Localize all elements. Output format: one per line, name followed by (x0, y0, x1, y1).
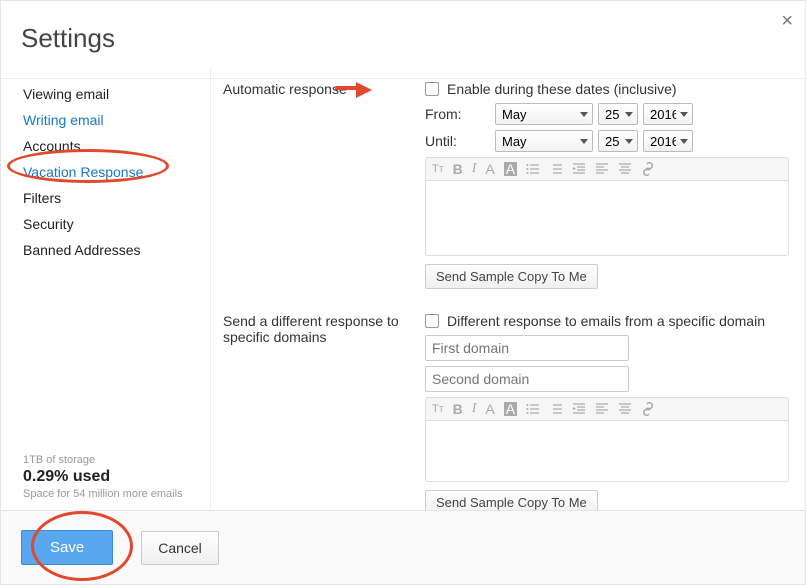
sidebar-item-filters[interactable]: Filters (23, 185, 200, 211)
highlight-icon[interactable]: A (504, 402, 517, 416)
enable-domain-label: Different response to emails from a spec… (447, 313, 765, 329)
editor-toolbar: TT B I A A (425, 397, 789, 420)
send-sample-domain-button[interactable]: Send Sample Copy To Me (425, 490, 598, 510)
cancel-button[interactable]: Cancel (141, 531, 219, 565)
storage-remaining: Space for 54 million more emails (23, 488, 200, 500)
from-year-select[interactable]: 2016 (643, 103, 693, 125)
section-content: Different response to emails from a spec… (425, 313, 789, 510)
from-day-select[interactable]: 25 (598, 103, 638, 125)
numbered-list-icon[interactable] (549, 162, 563, 176)
enable-dates-checkbox-row[interactable]: Enable during these dates (inclusive) (425, 81, 789, 97)
header: Settings (1, 1, 805, 62)
bold-icon[interactable]: B (453, 402, 463, 416)
main-panel: Automatic response Enable during these d… (211, 67, 805, 510)
section-automatic-response: Automatic response Enable during these d… (223, 81, 789, 289)
storage-used: 0.29% used (23, 468, 200, 486)
until-year-select[interactable]: 2016 (643, 130, 693, 152)
highlight-icon[interactable]: A (504, 162, 517, 176)
sidebar-item-writing-email[interactable]: Writing email (23, 107, 200, 133)
bullet-list-icon[interactable] (526, 162, 540, 176)
storage-info: 1TB of storage 0.29% used Space for 54 m… (23, 434, 200, 500)
message-editor[interactable] (425, 180, 789, 256)
sidebar-item-viewing-email[interactable]: Viewing email (23, 81, 200, 107)
align-center-icon[interactable] (618, 402, 632, 416)
checkbox-icon[interactable] (425, 82, 439, 96)
storage-total: 1TB of storage (23, 454, 200, 466)
checkbox-icon[interactable] (425, 314, 439, 328)
enable-dates-label: Enable during these dates (inclusive) (447, 81, 677, 97)
link-icon[interactable] (641, 162, 655, 176)
bullet-list-icon[interactable] (526, 402, 540, 416)
send-sample-button[interactable]: Send Sample Copy To Me (425, 264, 598, 289)
section-label: Automatic response (223, 81, 425, 289)
until-date-row: Until: May 25 2016 (425, 130, 789, 152)
from-label: From: (425, 106, 495, 122)
sidebar-item-security[interactable]: Security (23, 211, 200, 237)
first-domain-input[interactable] (425, 335, 629, 361)
domain-message-editor[interactable] (425, 420, 789, 482)
until-day-select[interactable]: 25 (598, 130, 638, 152)
font-size-icon[interactable]: TT (432, 404, 444, 415)
second-domain-input[interactable] (425, 366, 629, 392)
font-size-icon[interactable]: TT (432, 164, 444, 175)
from-date-row: From: May 25 2016 (425, 103, 789, 125)
settings-modal: × Settings Viewing email Writing email A… (0, 0, 806, 585)
save-button[interactable]: Save (21, 530, 113, 565)
editor-toolbar: TT B I A A (425, 157, 789, 180)
align-left-icon[interactable] (595, 402, 609, 416)
from-month-select[interactable]: May (495, 103, 593, 125)
footer: Save Cancel (1, 510, 805, 584)
sidebar: Viewing email Writing email Accounts Vac… (1, 67, 211, 510)
bold-icon[interactable]: B (453, 162, 463, 176)
until-month-select[interactable]: May (495, 130, 593, 152)
section-domain-response: Send a different response to specific do… (223, 313, 789, 510)
close-icon[interactable]: × (781, 11, 793, 31)
until-label: Until: (425, 133, 495, 149)
sidebar-item-accounts[interactable]: Accounts (23, 133, 200, 159)
section-content: Enable during these dates (inclusive) Fr… (425, 81, 789, 289)
font-color-icon[interactable]: A (485, 402, 494, 416)
sidebar-item-vacation-response[interactable]: Vacation Response (23, 159, 200, 185)
indent-icon[interactable] (572, 162, 586, 176)
link-icon[interactable] (641, 402, 655, 416)
numbered-list-icon[interactable] (549, 402, 563, 416)
italic-icon[interactable]: I (472, 402, 477, 416)
page-title: Settings (21, 23, 785, 54)
font-color-icon[interactable]: A (485, 162, 494, 176)
sidebar-item-banned-addresses[interactable]: Banned Addresses (23, 237, 200, 263)
align-center-icon[interactable] (618, 162, 632, 176)
enable-domain-checkbox-row[interactable]: Different response to emails from a spec… (425, 313, 789, 329)
align-left-icon[interactable] (595, 162, 609, 176)
italic-icon[interactable]: I (472, 162, 477, 176)
body: Viewing email Writing email Accounts Vac… (1, 67, 805, 510)
section-label: Send a different response to specific do… (223, 313, 425, 510)
indent-icon[interactable] (572, 402, 586, 416)
